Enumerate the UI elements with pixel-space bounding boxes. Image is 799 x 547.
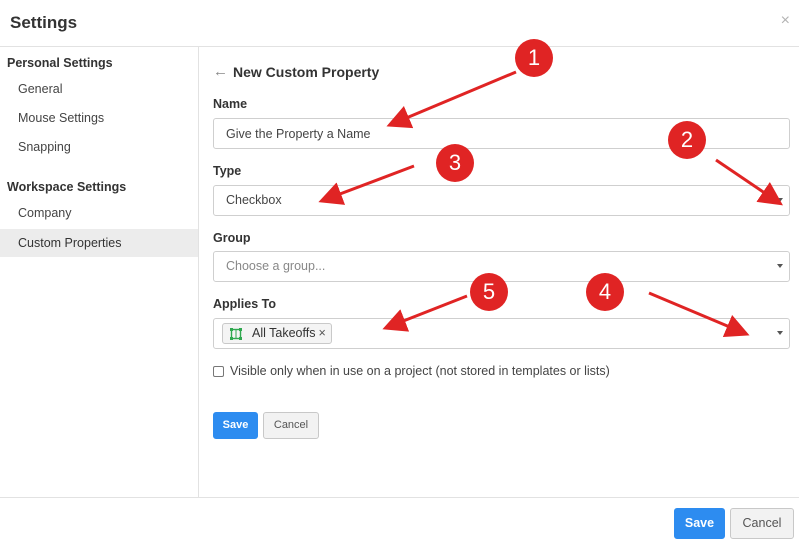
settings-sidebar: Personal Settings General Mouse Settings… [0,47,199,497]
group-select-placeholder: Choose a group... [226,259,326,273]
group-label: Group [213,231,251,245]
section-workspace-settings: Workspace Settings [7,180,127,194]
all-takeoffs-tag: All Takeoffs × [222,323,332,344]
visible-only-checkbox[interactable] [213,365,224,377]
chevron-down-icon [777,198,783,202]
sidebar-item-company[interactable]: Company [0,199,198,227]
annotation-badge-1: 1 [515,39,553,77]
chevron-down-icon [777,331,783,335]
visible-only-label: Visible only when in use on a project (n… [230,364,610,378]
custom-property-form: ← New Custom Property Name Type Checkbox… [199,47,799,497]
dialog-title: Settings [10,13,78,32]
type-label: Type [213,164,242,178]
annotation-badge-3: 3 [436,144,474,182]
footer-save-button[interactable]: Save [674,508,725,539]
annotation-badge-5: 5 [470,273,508,311]
applies-to-label: Applies To [213,297,276,311]
applies-to-select[interactable]: All Takeoffs × [213,318,790,349]
chevron-down-icon [777,264,783,268]
dialog-header: Settings × [0,0,799,47]
visible-only-row: Visible only when in use on a project (n… [213,364,610,378]
annotation-badge-4: 4 [586,273,624,311]
form-save-button[interactable]: Save [213,412,258,439]
sidebar-item-snapping[interactable]: Snapping [0,133,198,161]
arrow-left-icon[interactable]: ← [213,64,228,80]
form-cancel-button[interactable]: Cancel [263,412,319,439]
dialog-footer: Save Cancel [0,497,799,547]
close-icon[interactable]: × [781,12,790,30]
tag-label: All Takeoffs [252,326,316,340]
type-select-value: Checkbox [226,193,282,207]
form-heading: New Custom Property [233,64,380,80]
annotation-badge-2: 2 [668,121,706,159]
section-personal-settings: Personal Settings [7,56,113,70]
sidebar-item-custom-properties[interactable]: Custom Properties [0,229,198,257]
name-label: Name [213,97,248,111]
sidebar-item-mouse-settings[interactable]: Mouse Settings [0,104,198,132]
sidebar-item-general[interactable]: General [0,75,198,103]
type-select[interactable]: Checkbox [213,185,790,216]
form-heading-row: ← New Custom Property [213,63,379,81]
takeoff-grid-icon [229,327,243,341]
footer-cancel-button[interactable]: Cancel [730,508,794,539]
tag-remove-icon[interactable]: × [318,324,325,343]
